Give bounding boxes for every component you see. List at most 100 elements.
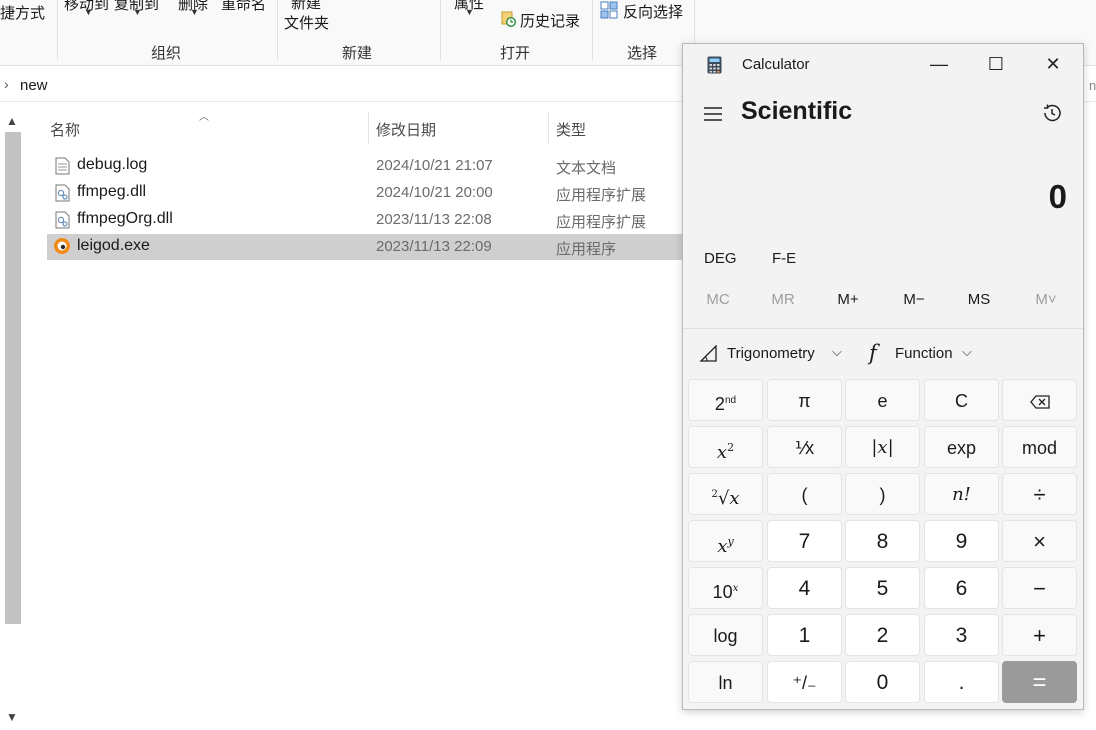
file-date: 2023/11/13 22:09 [376,238,492,255]
right-paren-button[interactable]: ) [845,473,920,515]
history-button[interactable]: 历史记录 [520,10,580,31]
fe-button[interactable]: F-E [772,250,796,267]
square-button[interactable]: x2 [688,426,763,468]
decimal-button[interactable]: . [924,661,999,703]
pi-button[interactable]: π [767,379,842,421]
group-label-new: 新建 [342,45,373,62]
digit-6-button[interactable]: 6 [924,567,999,609]
digit-3-button[interactable]: 3 [924,614,999,656]
ribbon-separator [592,0,593,60]
create-shortcut-button[interactable]: 捷方式 [0,2,45,23]
divide-button[interactable]: ÷ [1002,473,1077,515]
second-button[interactable]: 2nd [688,379,763,421]
backspace-button[interactable] [1002,379,1077,421]
absolute-value-button[interactable]: |x| [845,426,920,468]
chevron-down-icon: ▼ [190,7,199,17]
vertical-scrollbar[interactable]: ▲ ▼ [0,110,24,730]
equals-button[interactable]: = [1002,661,1077,703]
new-folder-button[interactable]: 文件夹 [284,12,329,33]
negate-button[interactable]: ⁺/₋ [767,661,842,703]
file-row[interactable]: ffmpeg.dll 2024/10/21 20:00 应用程序扩展 [47,180,687,206]
app-exe-icon [54,238,70,254]
reciprocal-button[interactable]: ⅟x [767,426,842,468]
file-type: 应用程序扩展 [556,187,647,204]
digit-4-button[interactable]: 4 [767,567,842,609]
digit-2-button[interactable]: 2 [845,614,920,656]
function-label: Function [895,345,953,362]
multiply-button[interactable]: × [1002,520,1077,562]
log-button[interactable]: log [688,614,763,656]
digit-5-button[interactable]: 5 [845,567,920,609]
scroll-up-icon[interactable]: ▲ [6,114,18,128]
file-type: 应用程序 [556,241,617,258]
exp-button[interactable]: exp [924,426,999,468]
memory-store-button[interactable]: MS [949,291,1009,308]
triangle-ruler-icon [699,345,717,362]
memory-recall-button[interactable]: MR [753,291,813,308]
hamburger-menu-icon[interactable] [703,106,723,122]
left-paren-button[interactable]: ( [767,473,842,515]
invert-selection-icon [600,1,618,19]
clear-button[interactable]: C [924,379,999,421]
file-date: 2023/11/13 22:08 [376,211,492,228]
sort-ascending-icon: ︿ [199,112,209,123]
rename-button[interactable]: 重命名 [221,0,266,14]
scroll-thumb[interactable] [5,132,21,624]
square-root-button[interactable]: 2√x [688,473,763,515]
file-name: leigod.exe [77,237,150,254]
chevron-down-icon: ▼ [465,7,474,17]
memory-subtract-button[interactable]: M− [884,291,944,308]
invert-selection-button[interactable]: 反向选择 [623,1,683,22]
file-type: 应用程序扩展 [556,214,647,231]
digit-8-button[interactable]: 8 [845,520,920,562]
calculator-app-icon [707,56,722,74]
column-header-name[interactable]: 名称 [50,119,80,140]
memory-list-button[interactable]: M˅ [1016,291,1076,308]
ten-power-button[interactable]: 10x [688,567,763,609]
keypad: 2nd π e C x2 ⅟x |x| exp mod 2√x ( ) n! ÷… [688,379,1078,704]
mode-title: Scientific [741,97,853,125]
chevron-down-icon: ⌵ [962,344,972,359]
memory-add-button[interactable]: M+ [818,291,878,308]
file-row[interactable]: debug.log 2024/10/21 21:07 文本文档 [47,153,687,179]
file-date: 2024/10/21 21:07 [376,157,493,174]
file-date: 2024/10/21 20:00 [376,184,493,201]
group-label-open: 打开 [500,45,531,62]
ribbon-separator [440,0,441,60]
file-name: ffmpeg.dll [77,183,147,200]
minimize-button[interactable]: — [916,52,962,76]
memory-clear-button[interactable]: MC [688,291,748,308]
backspace-icon [1029,395,1050,409]
chevron-down-icon: ▼ [84,7,93,17]
power-button[interactable]: xy [688,520,763,562]
breadcrumb[interactable]: new [20,77,48,94]
euler-button[interactable]: e [845,379,920,421]
file-row[interactable]: ffmpegOrg.dll 2023/11/13 22:08 应用程序扩展 [47,207,687,233]
column-divider[interactable] [548,112,549,144]
scroll-down-icon[interactable]: ▼ [6,710,18,724]
plus-button[interactable]: + [1002,614,1077,656]
digit-9-button[interactable]: 9 [924,520,999,562]
column-header-type[interactable]: 类型 [556,119,586,140]
dll-file-icon [55,211,70,229]
close-button[interactable]: ✕ [1030,52,1076,76]
factorial-button[interactable]: n! [924,473,999,515]
search-placeholder: n [1089,78,1096,93]
digit-1-button[interactable]: 1 [767,614,842,656]
history-icon[interactable] [1041,102,1063,124]
file-row-selected[interactable]: leigod.exe 2023/11/13 22:09 应用程序 [47,234,687,260]
maximize-button[interactable]: ☐ [973,52,1019,76]
ln-button[interactable]: ln [688,661,763,703]
column-divider[interactable] [368,112,369,144]
mod-button[interactable]: mod [1002,426,1077,468]
file-name: ffmpegOrg.dll [77,210,173,227]
column-header-date[interactable]: 修改日期 [376,119,436,140]
chevron-down-icon: ▼ [133,7,142,17]
digit-7-button[interactable]: 7 [767,520,842,562]
digit-0-button[interactable]: 0 [845,661,920,703]
angle-unit-button[interactable]: DEG [704,250,737,267]
group-label-select: 选择 [627,45,658,62]
minus-button[interactable]: − [1002,567,1077,609]
text-file-icon [55,157,70,175]
file-name: debug.log [77,156,148,173]
